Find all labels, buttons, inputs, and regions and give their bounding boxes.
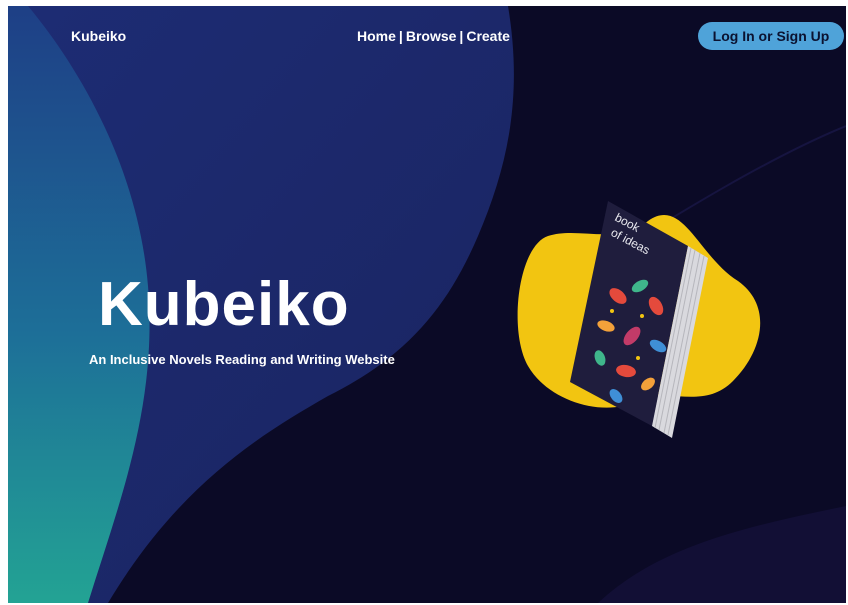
nav-separator: |: [398, 28, 403, 44]
hero-title: Kubeiko: [98, 270, 350, 339]
brand-link[interactable]: Kubeiko: [71, 28, 126, 44]
book-illustration: book of ideas: [517, 201, 761, 438]
landing-page: Kubeiko Home | Browse | Create Log In or Sig…: [8, 6, 846, 603]
nav-browse-link[interactable]: Browse: [406, 28, 457, 44]
nav-home-link[interactable]: Home: [357, 28, 396, 44]
nav-create-link[interactable]: Create: [466, 28, 510, 44]
nav-separator: |: [459, 28, 464, 44]
hero-subtitle: An Inclusive Novels Reading and Writing …: [89, 352, 395, 367]
login-signup-button[interactable]: Log In or Sign Up: [698, 22, 844, 50]
main-nav: Home | Browse | Create: [357, 28, 510, 44]
